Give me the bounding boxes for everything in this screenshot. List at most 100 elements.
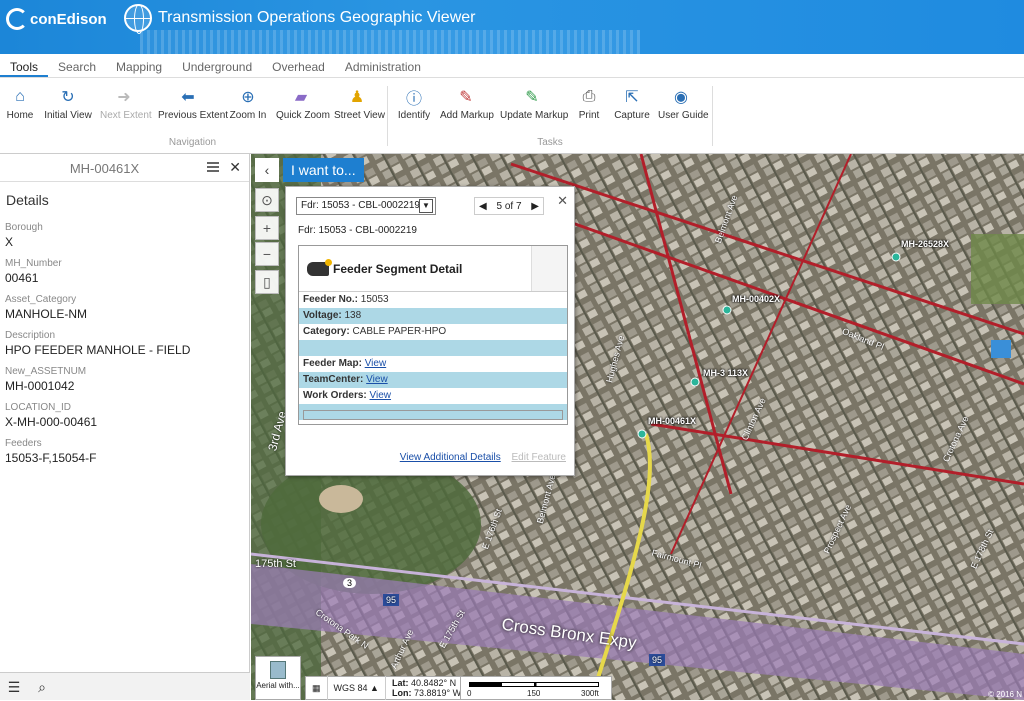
add-markup-button[interactable]: ✎ Add Markup (440, 88, 494, 121)
route-shield: 3 (343, 578, 357, 588)
printer-icon: ⎙ (582, 88, 596, 105)
field-label: Feeders (5, 438, 42, 449)
tab-mapping[interactable]: Mapping (106, 54, 172, 77)
field-value: 00461 (5, 271, 39, 285)
field-value: MANHOLE-NM (5, 307, 88, 321)
field-value: MH-0001042 (5, 379, 75, 393)
home-button[interactable]: ⌂ Home (6, 88, 34, 121)
main-tabs: Tools Search Mapping Underground Overhea… (0, 54, 1024, 78)
panel-title: MH-00461X (69, 161, 140, 176)
navigation-group: ⌂ Home ↻ Initial View ➜ Next Extent ⬅ Pr… (0, 82, 385, 152)
link-row: Feeder Map: View (303, 358, 387, 369)
tab-search[interactable]: Search (48, 54, 106, 77)
arrow-left-icon: ⬅ (181, 89, 195, 106)
tab-overhead[interactable]: Overhead (262, 54, 335, 77)
close-icon[interactable]: ✕ (557, 193, 568, 209)
conedison-logo: conEdison (6, 8, 107, 30)
capture-icon: ⇱ (625, 89, 639, 106)
details-panel: MH-00461X ✕ Details Borough X MH_Number … (0, 154, 250, 700)
user-guide-button[interactable]: ◉ User Guide (658, 88, 709, 121)
teamcenter-link[interactable]: View (366, 374, 388, 385)
zoom-in-icon[interactable]: + (255, 216, 279, 240)
view-details-link[interactable]: View Additional Details (400, 452, 501, 463)
ribbon-divider (712, 86, 713, 146)
identify-button[interactable]: ⓘ Identify (396, 88, 432, 121)
detail-field: New_ASSETNUM MH-0001042 (5, 366, 244, 393)
feature-select[interactable]: Fdr: 15053 - CBL-0002219 ▼ (296, 197, 436, 215)
zoom-in-button[interactable]: ⊕ Zoom In (228, 88, 268, 121)
layers-icon[interactable]: ☰ (0, 673, 28, 701)
detail-field: Asset_Category MANHOLE-NM (5, 294, 244, 321)
cable-icon (307, 258, 332, 276)
collapse-panel-button[interactable]: ‹ (255, 158, 279, 182)
street-view-button[interactable]: ♟ Street View (334, 88, 385, 121)
previous-extent-button[interactable]: ⬅ Previous Extent (158, 88, 228, 121)
tasks-group: ⓘ Identify ✎ Add Markup ✎ Update Markup … (390, 82, 710, 152)
edit-feature-link[interactable]: Edit Feature (512, 452, 566, 463)
manhole-label[interactable]: MH-3 113X (703, 368, 748, 378)
capture-button[interactable]: ⇱ Capture (614, 88, 650, 121)
manhole-label[interactable]: MH-00402X (732, 294, 780, 304)
manhole-label[interactable]: MH-26528X (901, 239, 949, 249)
grid-icon[interactable]: ▦ (306, 676, 328, 700)
field-value: X (5, 235, 14, 249)
app-header: conEdison Transmission Operations Geogra… (0, 0, 1024, 54)
i-want-to-button[interactable]: I want to... (283, 158, 364, 182)
logo-text: conEdison (30, 10, 107, 28)
next-icon[interactable]: ▶ (531, 201, 539, 212)
next-extent-button[interactable]: ➜ Next Extent (100, 88, 152, 121)
quick-zoom-button[interactable]: ▰ Quick Zoom (276, 88, 330, 121)
zoom-out-icon[interactable]: − (255, 242, 279, 266)
bookmark-icon[interactable]: ▯ (255, 270, 279, 294)
feature-popup: Fdr: 15053 - CBL-0002219 ▼ ◀ 5 of 7 ▶ ✕ … (285, 186, 575, 476)
popup-footer: View Additional Details Edit Feature (286, 452, 574, 463)
plus-icon: ⊕ (241, 89, 255, 106)
header-skyline (140, 30, 640, 54)
tab-tools[interactable]: Tools (0, 54, 49, 77)
update-markup-button[interactable]: ✎ Update Markup (500, 88, 568, 121)
feeder-map-link[interactable]: View (365, 358, 387, 369)
detail-field: LOCATION_ID X-MH-000-00461 (5, 402, 244, 429)
menu-icon[interactable] (207, 162, 219, 172)
interstate-shield: 95 (649, 654, 666, 666)
feature-pager: ◀ 5 of 7 ▶ (474, 197, 544, 215)
field-label: Description (5, 330, 56, 341)
initial-view-button[interactable]: ↻ Initial View (44, 88, 92, 121)
field-value: HPO FEEDER MANHOLE - FIELD (5, 343, 191, 357)
field-value: 15053-F,15054-F (5, 451, 97, 465)
link-row: TeamCenter: View (299, 372, 567, 388)
home-icon: ⌂ (15, 88, 25, 105)
detail-field: Feeders 15053-F,15054-F (5, 438, 244, 465)
basemap-switcher[interactable]: Aerial with... (255, 656, 301, 700)
tab-underground[interactable]: Underground (172, 54, 262, 77)
popup-subtitle: Fdr: 15053 - CBL-0002219 (298, 225, 417, 236)
prev-icon[interactable]: ◀ (479, 201, 487, 212)
tasks-label: Tasks (537, 137, 563, 148)
tools-ribbon: ⌂ Home ↻ Initial View ➜ Next Extent ⬅ Pr… (0, 78, 1024, 154)
street-label: 175th St (255, 558, 296, 570)
field-label: Asset_Category (5, 294, 77, 305)
app-title: Transmission Operations Geographic Viewe… (124, 4, 475, 34)
field-label: Borough (5, 222, 43, 233)
print-button[interactable]: ⎙ Print (574, 88, 604, 121)
locate-icon[interactable]: ⊙ (255, 188, 279, 212)
close-icon[interactable]: ✕ (229, 159, 241, 176)
chevron-down-icon: ▼ (419, 199, 433, 213)
panel-header: MH-00461X ✕ (0, 154, 249, 182)
manhole-label[interactable]: MH-00461X (648, 416, 696, 426)
work-orders-link[interactable]: View (370, 390, 392, 401)
card-header-side (531, 246, 567, 291)
logo-mark-icon (6, 8, 28, 30)
card-scrollbar[interactable] (303, 410, 563, 420)
detail-row: Voltage: 138 (299, 308, 567, 324)
card-title: Feeder Segment Detail (333, 261, 463, 276)
lat-lon-readout: Lat: 40.8482° N Lon: 73.8819° W (386, 676, 469, 700)
scale-line (469, 682, 599, 687)
crs-select[interactable]: WGS 84 ▲ (328, 676, 386, 700)
link-row: Work Orders: View (303, 390, 392, 401)
refresh-icon: ↻ (61, 89, 75, 106)
tab-administration[interactable]: Administration (335, 54, 431, 77)
pager-count: 5 of 7 (496, 200, 522, 212)
search-icon[interactable]: ⌕ (28, 673, 56, 701)
detail-row: Category: CABLE PAPER-HPO (303, 326, 447, 337)
